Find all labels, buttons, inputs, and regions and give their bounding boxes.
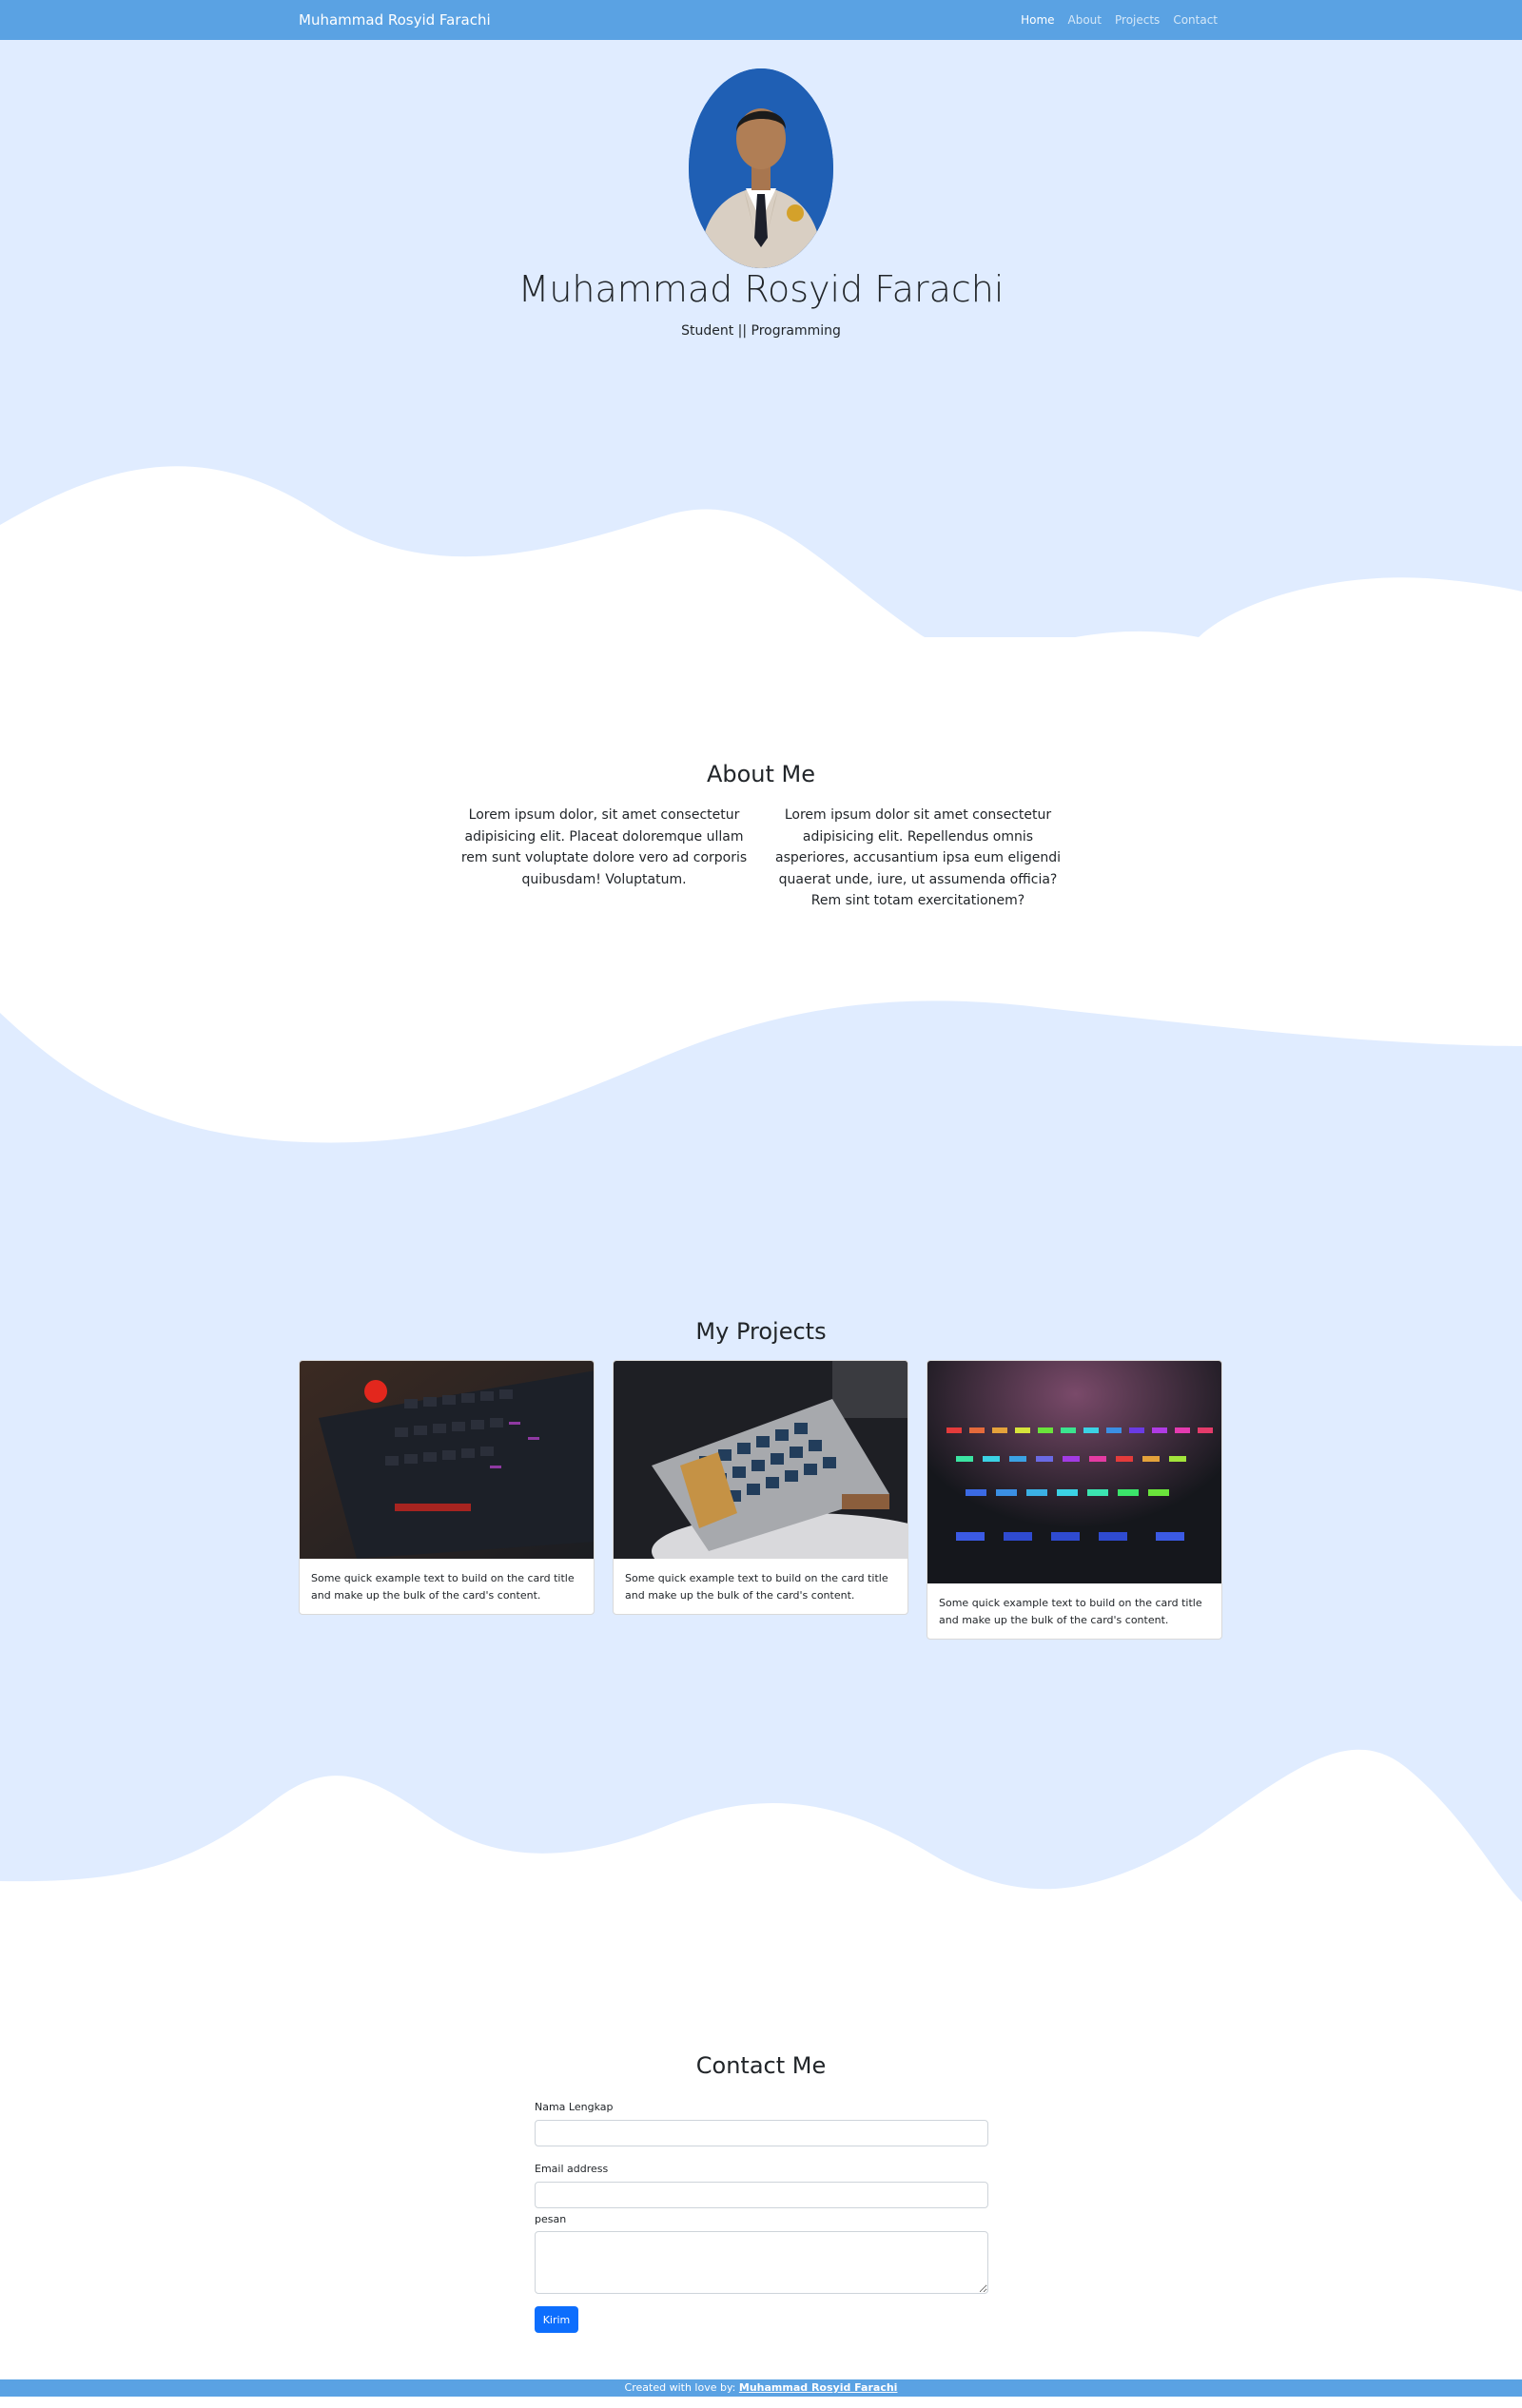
nav-link-home[interactable]: Home	[1021, 13, 1054, 27]
name-input[interactable]	[535, 2120, 988, 2146]
footer: Created with love by: Muhammad Rosyid Fa…	[0, 2379, 1522, 2397]
project-card-1[interactable]: Some quick example text to build on the …	[299, 1360, 595, 1615]
project-card-1-image	[300, 1361, 594, 1559]
keyboard-photo-icon	[614, 1361, 907, 1559]
navbar-brand[interactable]: Muhammad Rosyid Farachi	[299, 11, 491, 29]
footer-author-link[interactable]: Muhammad Rosyid Farachi	[739, 2381, 898, 2394]
contact-title: Contact Me	[695, 2052, 827, 2079]
footer-prefix: Created with love by:	[624, 2381, 739, 2394]
project-card-3-text: Some quick example text to build on the …	[939, 1597, 1202, 1626]
projects-title: My Projects	[695, 1318, 827, 1345]
about-title: About Me	[706, 761, 816, 787]
wave-divider	[0, 466, 1522, 637]
profile-photo	[689, 68, 833, 268]
email-label: Email address	[535, 2163, 609, 2175]
nav-link-projects[interactable]: Projects	[1115, 13, 1160, 27]
nav-link-about[interactable]: About	[1068, 13, 1102, 27]
submit-button[interactable]: Kirim	[535, 2306, 578, 2333]
profile-photo-illustration	[689, 68, 833, 268]
hero-tagline: Student || Programming	[681, 323, 841, 339]
project-card-1-text: Some quick example text to build on the …	[311, 1572, 575, 1602]
name-label: Nama Lengkap	[535, 2101, 614, 2113]
message-textarea[interactable]	[535, 2231, 988, 2294]
keyboard-photo-icon	[927, 1361, 1221, 1583]
hero-name: Muhammad Rosyid Farachi	[517, 268, 1005, 310]
email-input[interactable]	[535, 2182, 988, 2208]
navbar: Muhammad Rosyid Farachi Home About Proje…	[0, 0, 1522, 40]
project-card-3[interactable]: Some quick example text to build on the …	[927, 1360, 1222, 1640]
about-paragraph-1: Lorem ipsum dolor, sit amet consectetur …	[460, 807, 748, 887]
keyboard-photo-icon	[300, 1361, 594, 1559]
project-card-3-image	[927, 1361, 1221, 1583]
wave-divider-bottom	[0, 1749, 1522, 1902]
nav-links: Home About Projects Contact	[1021, 13, 1218, 27]
hero-section: Muhammad Rosyid Farachi Student || Progr…	[0, 40, 1522, 637]
wave-divider-top	[0, 989, 1522, 1143]
project-card-2-image	[614, 1361, 907, 1559]
nav-link-contact[interactable]: Contact	[1173, 13, 1218, 27]
message-label: pesan	[535, 2213, 567, 2225]
about-paragraph-2: Lorem ipsum dolor sit amet consectetur a…	[775, 807, 1061, 908]
project-card-2-text: Some quick example text to build on the …	[625, 1572, 888, 1602]
project-card-2[interactable]: Some quick example text to build on the …	[613, 1360, 908, 1615]
